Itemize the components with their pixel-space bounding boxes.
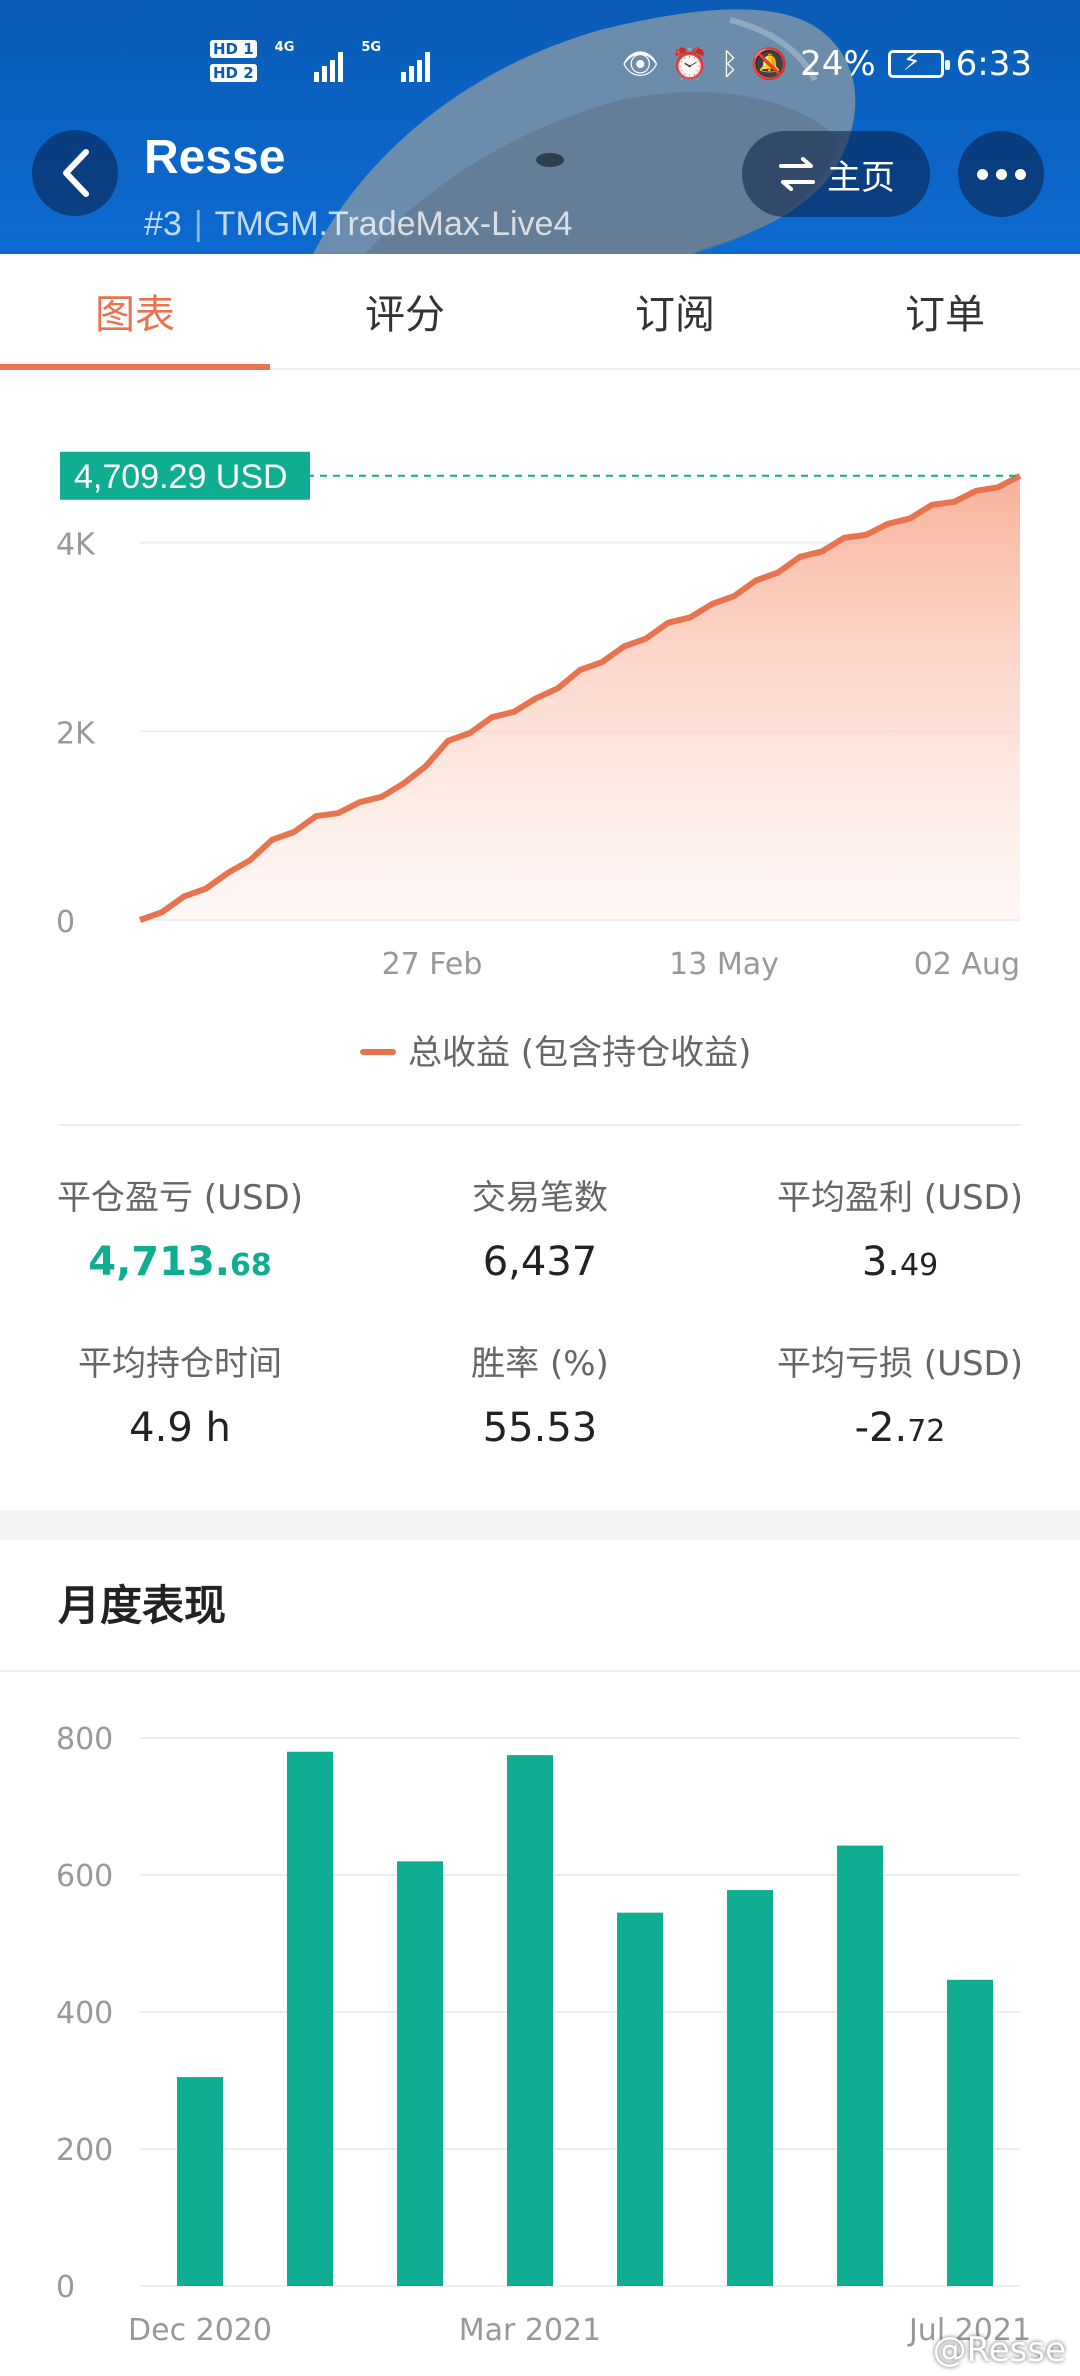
- stat-win-rate: 胜率 (%) 55.53: [400, 1336, 680, 1451]
- tab-bar: 图表 评分 订阅 订单: [0, 254, 1080, 370]
- current-value-marker: 4,709.29 USD: [60, 451, 310, 500]
- bar-mar-2021[interactable]: [507, 1755, 553, 2286]
- watermark: @Resse: [932, 2330, 1066, 2370]
- more-options-button[interactable]: [958, 131, 1044, 217]
- stat-value: 55.53: [482, 1405, 598, 1451]
- bar-jul-2021[interactable]: [947, 1979, 993, 2286]
- battery-percent: 24%: [800, 44, 876, 84]
- bluetooth-icon: ᛒ: [720, 46, 739, 82]
- growth-area-chart: 02K4K6K 4,709.29 USD 27 Feb13 May02 Aug …: [56, 370, 1022, 1073]
- y-tick-label: 6K: [56, 370, 96, 374]
- section-divider: [0, 1670, 1080, 1672]
- stat-label: 胜率 (%): [471, 1344, 609, 1384]
- back-button[interactable]: [32, 130, 118, 216]
- network-type-1: 4G: [274, 40, 295, 55]
- stat-closed-pnl: 平仓盈亏 (USD) 4,713.68: [40, 1170, 320, 1285]
- more-dot-icon: [976, 168, 988, 180]
- section-gap: [0, 1510, 1080, 1540]
- network-type-2: 5G: [361, 40, 382, 55]
- stat-label: 交易笔数: [472, 1178, 608, 1218]
- tab-rating[interactable]: 评分: [270, 254, 540, 368]
- bar-jun-2021[interactable]: [837, 1845, 883, 2286]
- tab-chart[interactable]: 图表: [0, 254, 270, 370]
- mute-icon: 🔕: [750, 46, 789, 82]
- status-right-group: 👁 ⏰ ᛒ 🔕 24% ⚡ 6:33: [621, 44, 1032, 84]
- y-tick-label: 0: [56, 2270, 75, 2305]
- home-button[interactable]: 主页: [742, 131, 930, 217]
- bar-apr-2021[interactable]: [617, 1912, 663, 2286]
- monthly-bar-chart: 0200400600800 Dec 2020 Mar 2021 Jul 2021: [56, 1722, 1031, 2348]
- tab-orders[interactable]: 订单: [810, 254, 1080, 368]
- stat-value: 4.9 h: [129, 1405, 231, 1451]
- hd2-badge: HD 2: [210, 64, 257, 82]
- stat-label: 平均亏损 (USD): [777, 1344, 1023, 1384]
- growth-legend: 总收益 (包含持仓收益): [360, 1033, 751, 1073]
- chevron-left-icon: [63, 149, 89, 197]
- signal-bars-1-icon: [314, 46, 344, 82]
- swap-arrows-icon: [779, 157, 815, 191]
- signal-indicators: HD 1 HD 2 4G 5G: [210, 40, 431, 82]
- alarm-icon: ⏰: [671, 46, 709, 82]
- clock: 6:33: [955, 44, 1032, 84]
- x-tick-label: 27 Feb: [382, 947, 483, 982]
- header-banner: HD 1 HD 2 4G 5G 👁 ⏰ ᛒ 🔕 24% ⚡ 6:33 Resse…: [0, 0, 1080, 254]
- battery-icon: ⚡: [887, 47, 950, 78]
- tab-subscribe[interactable]: 订阅: [540, 254, 810, 368]
- bar-jan-2021[interactable]: [287, 1751, 333, 2286]
- x-tick-label: 02 Aug: [914, 947, 1020, 982]
- bar-may-2021[interactable]: [727, 1890, 773, 2286]
- more-dot-icon: [1014, 168, 1026, 180]
- x-tick-label: Mar 2021: [459, 2313, 602, 2348]
- chart-divider: [58, 1124, 1022, 1126]
- monthly-section-title: 月度表现: [58, 1581, 227, 1630]
- y-tick-label: 800: [56, 1722, 113, 1757]
- y-tick-label: 200: [56, 2133, 113, 2168]
- bar-feb-2021[interactable]: [397, 1861, 443, 2286]
- growth-legend-label: 总收益 (包含持仓收益): [408, 1033, 751, 1073]
- page-title: Resse: [144, 131, 286, 184]
- y-tick-label: 2K: [56, 716, 96, 751]
- y-tick-label: 400: [56, 1996, 113, 2031]
- stat-trades: 交易笔数 6,437: [400, 1170, 680, 1285]
- more-dot-icon: [995, 168, 1007, 180]
- stat-value: -2.72: [854, 1405, 946, 1451]
- stat-label: 平均持仓时间: [78, 1344, 282, 1384]
- status-bar: HD 1 HD 2 4G 5G 👁 ⏰ ᛒ 🔕 24% ⚡ 6:33: [0, 0, 1080, 130]
- y-tick-label: 0: [56, 905, 75, 940]
- x-tick-label: 13 May: [669, 947, 779, 982]
- y-tick-label: 4K: [56, 528, 96, 563]
- home-button-label: 主页: [827, 157, 895, 198]
- account-label: TMGM.TradeMax-Live4: [214, 205, 573, 243]
- stat-avg-hold: 平均持仓时间 4.9 h: [40, 1336, 320, 1451]
- hd1-badge: HD 1: [210, 40, 257, 58]
- stat-value: 4,713.68: [88, 1239, 272, 1285]
- stat-label: 平仓盈亏 (USD): [57, 1178, 303, 1218]
- x-tick-label: Dec 2020: [128, 2313, 272, 2348]
- stat-value: 3.49: [861, 1239, 939, 1285]
- rank-label: #3: [144, 205, 182, 243]
- stat-value: 6,437: [482, 1239, 598, 1285]
- stat-avg-profit: 平均盈利 (USD) 3.49: [760, 1170, 1040, 1285]
- account-subtitle: #3 | TMGM.TradeMax-Live4: [144, 205, 573, 243]
- eye-icon: 👁: [621, 46, 660, 82]
- y-tick-label: 600: [56, 1859, 113, 1894]
- signal-bars-2-icon: [401, 46, 431, 82]
- stat-label: 平均盈利 (USD): [777, 1178, 1023, 1218]
- current-value-label: 4,709.29 USD: [74, 458, 288, 496]
- bar-dec-2020[interactable]: [177, 2077, 223, 2286]
- stat-avg-loss: 平均亏损 (USD) -2.72: [760, 1336, 1040, 1451]
